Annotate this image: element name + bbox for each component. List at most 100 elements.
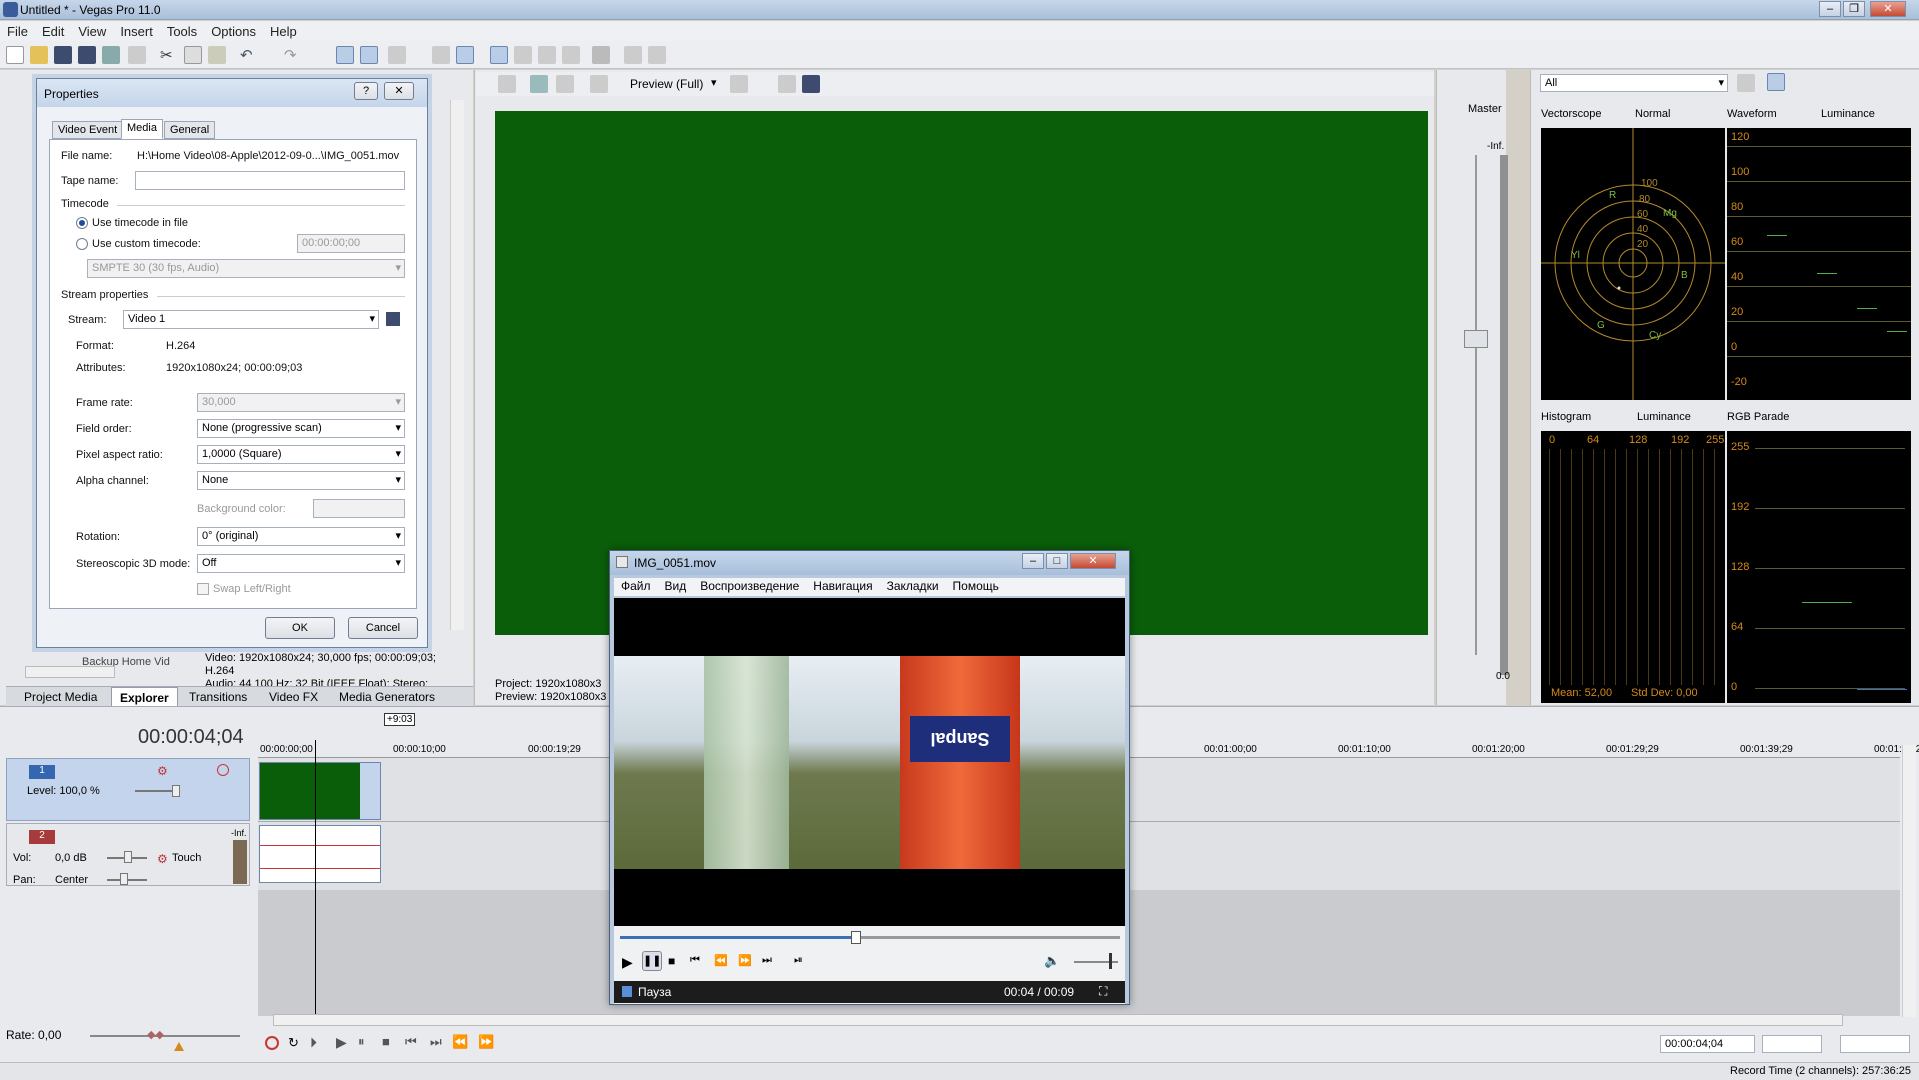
auto-crossfade-icon[interactable]: [432, 46, 450, 64]
touch-mode[interactable]: Touch: [172, 852, 201, 864]
pause-icon[interactable]: ⏸: [358, 1034, 365, 1050]
current-time-display[interactable]: 00:00:04;04: [138, 726, 244, 749]
open-folder-icon[interactable]: [30, 46, 48, 64]
split-screen-icon[interactable]: [556, 75, 574, 93]
automation-icon[interactable]: ⚙: [157, 852, 168, 866]
explorer-scrollbar[interactable]: [450, 100, 464, 630]
video-track-header[interactable]: 1 Level: 100,0 % ⚙: [6, 758, 250, 821]
player-menu-view[interactable]: Вид: [658, 579, 694, 593]
save-icon[interactable]: [54, 46, 72, 64]
player-menu-help[interactable]: Помощь: [946, 579, 1006, 593]
render-icon[interactable]: [102, 46, 120, 64]
bottom-time-display[interactable]: 00:00:04;04: [1660, 1035, 1755, 1053]
ignore-grouping-icon[interactable]: [514, 46, 532, 64]
play-from-start-icon[interactable]: ⏵: [310, 1034, 317, 1051]
minimize-button[interactable]: –: [1819, 1, 1841, 17]
vectorscope-mode[interactable]: Normal: [1635, 108, 1670, 120]
waveform-mode[interactable]: Luminance: [1821, 108, 1875, 120]
master-fader[interactable]: [1464, 330, 1488, 348]
player-next-icon[interactable]: ⏭: [762, 954, 772, 967]
undo-icon[interactable]: ↶: [240, 46, 258, 64]
new-file-icon[interactable]: [6, 46, 24, 64]
stereo-3d-select[interactable]: Off: [197, 554, 405, 573]
properties-icon[interactable]: [128, 46, 146, 64]
selection-tool-icon[interactable]: [562, 46, 580, 64]
previous-frame-icon[interactable]: ⏪: [452, 1034, 468, 1050]
properties-close-button[interactable]: ✕: [384, 82, 414, 100]
pan-slider[interactable]: [120, 873, 128, 885]
tape-name-input[interactable]: [135, 171, 405, 190]
save-snapshot-icon[interactable]: [802, 75, 820, 93]
preview-quality-select[interactable]: Preview (Full): [630, 77, 703, 91]
menu-insert[interactable]: Insert: [113, 21, 160, 42]
player-close-button[interactable]: ✕: [1070, 553, 1116, 569]
stop-icon[interactable]: ■: [382, 1034, 390, 1049]
field-order-select[interactable]: None (progressive scan): [197, 419, 405, 438]
zoom-tool-icon[interactable]: [538, 46, 556, 64]
use-custom-timecode-radio[interactable]: [76, 238, 88, 250]
stream-select[interactable]: Video 1: [123, 310, 379, 329]
project-properties-icon[interactable]: [498, 75, 516, 93]
loop-icon[interactable]: ↻: [288, 1035, 299, 1051]
alpha-channel-select[interactable]: None: [197, 471, 405, 490]
player-maximize-button[interactable]: □: [1046, 553, 1068, 569]
swap-left-right-checkbox[interactable]: [197, 583, 209, 595]
ripple-edit-icon[interactable]: [456, 46, 474, 64]
pixel-aspect-select[interactable]: 1,0000 (Square): [197, 445, 405, 464]
properties-help-button[interactable]: ?: [354, 82, 378, 100]
region-length-field[interactable]: [1840, 1035, 1910, 1053]
go-to-start-icon[interactable]: ⏮: [405, 1034, 417, 1050]
tab-video-event[interactable]: Video Event: [52, 121, 124, 139]
tab-general[interactable]: General: [164, 121, 216, 139]
ok-button[interactable]: OK: [265, 617, 335, 639]
mute-icon[interactable]: [217, 764, 229, 776]
player-menu-file[interactable]: Файл: [614, 579, 658, 593]
selection-length-field[interactable]: [1762, 1035, 1822, 1053]
player-seek-thumb[interactable]: [851, 931, 861, 944]
save-stream-icon[interactable]: [386, 312, 400, 326]
cut-icon[interactable]: ✂: [160, 46, 178, 64]
smpte-format-select[interactable]: SMPTE 30 (30 fps, Audio): [87, 259, 405, 278]
copy-snapshot-icon[interactable]: [778, 75, 796, 93]
player-menu-navigation[interactable]: Навигация: [806, 579, 879, 593]
paste-icon[interactable]: [208, 46, 226, 64]
player-pause-icon[interactable]: ❚❚: [642, 951, 662, 971]
restore-button[interactable]: ❐: [1843, 1, 1865, 17]
envelope-tool-icon[interactable]: [360, 46, 378, 64]
timeline-hscrollbar[interactable]: [273, 1014, 1843, 1026]
player-prev-icon[interactable]: ⏮: [690, 954, 700, 967]
scopes-select[interactable]: All: [1540, 74, 1728, 92]
preview-quality-dropdown-icon[interactable]: ▾: [711, 76, 717, 89]
tab-project-media[interactable]: Project Media: [16, 687, 105, 707]
custom-timecode-input[interactable]: 00:00:00;00: [297, 234, 405, 253]
audio-track-header[interactable]: 2 Vol: 0,0 dB Pan: Center ⚙ Touch -Inf.: [6, 823, 250, 886]
next-frame-icon[interactable]: ⏩: [478, 1034, 494, 1050]
preview-quality-icon[interactable]: [590, 75, 608, 93]
tab-media-generators[interactable]: Media Generators: [331, 687, 443, 707]
menu-tools[interactable]: Tools: [160, 21, 204, 42]
player-volume-thumb[interactable]: [1109, 953, 1112, 969]
update-scopes-icon[interactable]: [1767, 73, 1785, 91]
player-menu-playback[interactable]: Воспроизведение: [693, 579, 806, 593]
rotation-select[interactable]: 0° (original): [197, 527, 405, 546]
player-menu-bookmarks[interactable]: Закладки: [880, 579, 946, 593]
menu-options[interactable]: Options: [204, 21, 263, 42]
record-icon[interactable]: [265, 1036, 279, 1050]
video-clip[interactable]: [259, 762, 381, 820]
snapping-icon[interactable]: [388, 46, 406, 64]
player-play-icon[interactable]: ▶: [622, 954, 633, 971]
scrub-icon[interactable]: [592, 46, 610, 64]
play-icon[interactable]: ▶: [336, 1034, 347, 1051]
player-rewind-icon[interactable]: ⏪: [714, 954, 728, 967]
player-forward-icon[interactable]: ⏩: [738, 954, 752, 967]
histogram-mode[interactable]: Luminance: [1637, 411, 1691, 423]
cancel-button[interactable]: Cancel: [348, 617, 418, 639]
background-color-swatch[interactable]: [313, 499, 405, 518]
use-file-timecode-radio[interactable]: [76, 217, 88, 229]
rate-slider[interactable]: ◆◆: [147, 1028, 165, 1041]
menu-edit[interactable]: Edit: [35, 21, 71, 42]
overlays-icon[interactable]: [730, 75, 748, 93]
external-monitor-icon[interactable]: [530, 75, 548, 93]
normal-edit-tool-icon[interactable]: [336, 46, 354, 64]
menu-file[interactable]: File: [0, 21, 35, 42]
